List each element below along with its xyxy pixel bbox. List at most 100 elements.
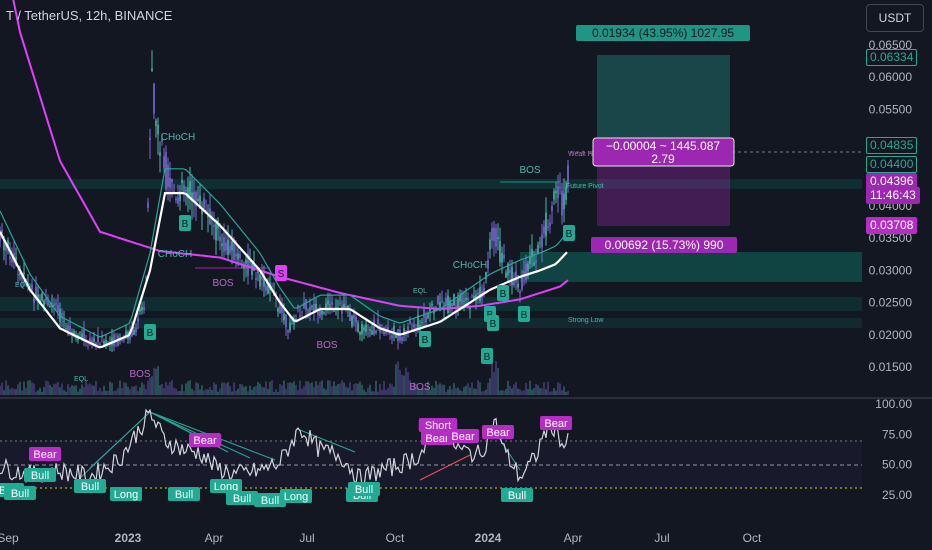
volume-bar: [507, 380, 509, 395]
volume-bar: [181, 384, 183, 395]
rsi-label-9: Bull: [11, 488, 29, 500]
candle-body: [339, 302, 341, 304]
rsi-label-19: Bull: [508, 490, 526, 502]
candle-body: [419, 324, 421, 327]
time-axis[interactable]: Sep 2023 Apr Jul Oct 2024 Apr Jul Oct: [0, 531, 762, 545]
volume-bar: [457, 387, 459, 395]
rsi-tick-2: 50.00: [882, 458, 912, 472]
volume-bar: [7, 385, 9, 395]
volume-bar: [75, 385, 77, 395]
candle-body: [567, 165, 569, 184]
candle-body: [181, 179, 183, 184]
candle-body: [143, 307, 145, 310]
candle-body: [9, 256, 11, 260]
volume-bar: [255, 385, 257, 395]
candle-body: [153, 83, 155, 114]
volume-bar: [103, 385, 105, 395]
volume-bar: [55, 383, 57, 395]
candle-body: [259, 274, 261, 287]
candle-body: [471, 295, 473, 297]
volume-bar: [147, 380, 149, 395]
volume-bar: [489, 378, 491, 395]
volume-bar: [185, 383, 187, 395]
volume-bar: [265, 381, 267, 395]
candle-body: [437, 295, 439, 304]
candle-body: [79, 331, 81, 333]
structure-label-0: BOS: [519, 165, 540, 176]
volume-bar: [131, 386, 133, 395]
rsi-label-4: Bear: [451, 431, 475, 443]
volume-bar: [119, 380, 121, 395]
volume-bar: [57, 382, 59, 395]
candle-body: [373, 320, 375, 335]
volume-bar: [87, 384, 89, 395]
signal-text-2: B: [422, 335, 429, 346]
price-tick-9: 0.02000: [869, 328, 913, 342]
volume-bar: [465, 385, 467, 395]
structure-label-7: BOS: [409, 382, 430, 393]
volume-bar: [91, 385, 93, 395]
volume-bar: [29, 380, 31, 395]
volume-bar: [213, 382, 215, 395]
candle-body: [487, 260, 489, 269]
volume-bar: [369, 384, 371, 395]
demand-zone: [520, 252, 862, 282]
candle-body: [279, 304, 281, 314]
volume-bar: [477, 380, 479, 395]
volume-bar: [59, 387, 61, 395]
volume-bar: [549, 391, 551, 395]
rsi-label-11: Long: [114, 489, 138, 501]
currency-button[interactable]: USDT: [866, 4, 924, 32]
candle-body: [159, 152, 161, 157]
volume-bar: [511, 388, 513, 395]
volume-bar: [439, 383, 441, 395]
candle-body: [493, 227, 495, 241]
candle-body: [137, 318, 139, 322]
volume-bar: [117, 388, 119, 395]
volume-bar: [3, 390, 5, 395]
candle-body: [73, 331, 75, 334]
volume-bar: [455, 388, 457, 395]
volume-bar: [191, 388, 193, 395]
chart-canvas[interactable]: BOSCHoCHCHoCHCHoCHBOSBOSBOSBOSEQLEQLEQLW…: [0, 0, 932, 550]
volume-bar: [289, 382, 291, 395]
candle-body: [169, 178, 171, 188]
rsi-axis[interactable]: 100.00 75.00 50.00 25.00: [875, 397, 912, 502]
candle-body: [183, 185, 185, 193]
volume-bar: [501, 390, 503, 395]
rsi-label-18: Bull: [355, 484, 373, 496]
candle-body: [525, 263, 527, 281]
volume-bar: [311, 382, 313, 395]
volume-bar: [69, 387, 71, 395]
volume-bar: [471, 382, 473, 395]
volume-bar: [251, 389, 253, 395]
volume-bar: [515, 381, 517, 395]
signal-badges: BBBBBBBBBS: [144, 215, 575, 364]
volume-bar: [363, 389, 365, 395]
candle-body: [517, 283, 519, 288]
volume-bar: [433, 387, 435, 395]
signal-text-7: B: [521, 310, 528, 321]
volume-bar: [279, 383, 281, 395]
candle-body: [361, 324, 363, 335]
price-tag-2: 0.04400: [866, 156, 918, 173]
volume-bar: [383, 381, 385, 395]
candle-body: [521, 275, 523, 290]
volume-bar: [333, 381, 335, 395]
candle-body: [553, 191, 555, 200]
mid-label-1: −0.00004 ~ 1445.087: [606, 139, 720, 153]
price-axis[interactable]: 0.065000.060000.055000.050000.045000.040…: [869, 38, 913, 374]
candle-body: [41, 293, 43, 301]
volume-bar: [481, 391, 483, 395]
volume-bar: [297, 390, 299, 395]
candle-body: [265, 285, 267, 291]
candle-body: [549, 222, 551, 227]
volume-bar: [301, 388, 303, 395]
volume-bar: [345, 386, 347, 395]
candle-body: [535, 260, 537, 263]
candle-body: [235, 254, 237, 257]
price-tick-1: 0.06000: [869, 70, 913, 84]
candle-body: [145, 276, 147, 278]
signal-text-8: B: [566, 229, 573, 240]
volume-bar: [479, 382, 481, 395]
